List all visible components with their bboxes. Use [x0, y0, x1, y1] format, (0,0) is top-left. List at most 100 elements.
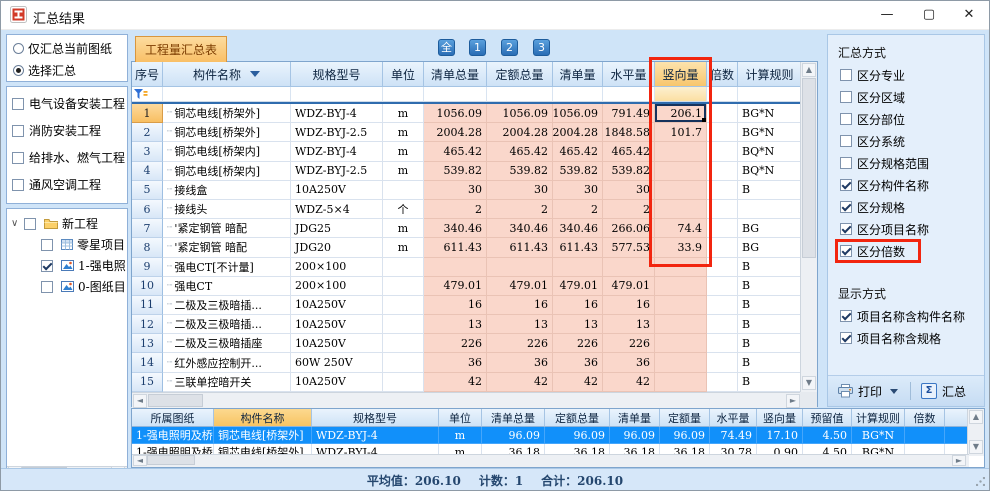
table-cell[interactable]: 1056.09	[553, 104, 603, 124]
table-row[interactable]: 15 ┈ 三联单控暗开关 10A250V 42 42 42 42 B	[132, 372, 802, 392]
table-cell[interactable]	[383, 295, 424, 316]
table-cell[interactable]: 465.42	[487, 142, 553, 162]
radio-option-0[interactable]: 仅汇总当前图纸	[7, 37, 127, 59]
column-header-9[interactable]: 倍数	[707, 62, 738, 87]
table-cell[interactable]	[707, 180, 738, 200]
resize-grip[interactable]	[976, 477, 985, 486]
row-number-cell[interactable]: 5	[132, 180, 163, 200]
checkbox-icon[interactable]	[41, 280, 53, 293]
table-cell[interactable]: WDZ-BYJ-2.5	[291, 123, 383, 143]
row-number-cell[interactable]: 8	[132, 238, 163, 258]
table-cell[interactable]: 101.7	[655, 123, 707, 143]
table-row[interactable]: 3 ┈ 铜芯电线[桥架内] WDZ-BYJ-4 m 465.42 465.42 465.42 4…	[132, 142, 802, 162]
table-cell[interactable]: 539.82	[603, 161, 655, 181]
table-cell[interactable]: 74.4	[655, 219, 707, 239]
table-row[interactable]: 4 ┈ 铜芯电线[桥架内] WDZ-BYJ-2.5 m 539.82 539.82 539.8…	[132, 161, 802, 181]
table-cell[interactable]	[707, 104, 738, 124]
detail-column-header-5[interactable]: 定额总量	[545, 409, 610, 427]
table-cell[interactable]	[655, 142, 707, 162]
table-cell[interactable]	[553, 257, 603, 277]
table-cell[interactable]: BG*N	[738, 104, 802, 124]
table-cell[interactable]: 340.46	[487, 219, 553, 239]
table-cell[interactable]: B	[738, 353, 802, 373]
table-cell[interactable]: ┈ 二极及三极暗插...	[163, 295, 291, 316]
radio-icon[interactable]	[13, 42, 24, 54]
table-cell[interactable]: BQ*N	[738, 142, 802, 162]
table-cell[interactable]: B	[738, 295, 802, 316]
table-cell[interactable]: 13	[553, 315, 603, 335]
table-cell[interactable]: 200×100	[291, 276, 383, 296]
table-cell[interactable]	[383, 353, 424, 373]
filter-cell-9[interactable]	[707, 87, 738, 102]
checkbox-icon[interactable]	[12, 97, 24, 110]
table-cell[interactable]: 1056.09	[424, 104, 487, 124]
column-header-3[interactable]: 单位	[383, 62, 424, 87]
checkbox-icon[interactable]	[840, 69, 852, 81]
table-cell[interactable]: ┈ 铜芯电线[桥架内]	[163, 142, 291, 162]
table-cell[interactable]: WDZ-BYJ-4	[291, 104, 383, 124]
summary-option-0[interactable]: 区分专业	[828, 64, 984, 86]
summary-option-6[interactable]: 区分规格	[828, 196, 984, 218]
summary-option-2[interactable]: 区分部位	[828, 108, 984, 130]
sort-arrow-icon[interactable]	[250, 71, 260, 77]
table-cell[interactable]: B	[738, 372, 802, 392]
display-option-1[interactable]: 项目名称含规格	[828, 327, 984, 349]
scroll-right-icon[interactable]: ►	[952, 455, 966, 466]
detail-horizontal-scrollbar[interactable]: ◄ ►	[132, 454, 969, 467]
table-cell[interactable]: 铜芯电线[桥架外]	[214, 427, 312, 444]
table-cell[interactable]: 16	[603, 295, 655, 316]
table-cell[interactable]	[655, 199, 707, 220]
table-row[interactable]: 8 ┈ '紧定钢管 暗配 JDG20 m 611.43 611.43 611.43 577.53…	[132, 238, 802, 258]
table-cell[interactable]: ┈ 铜芯电线[桥架外]	[163, 123, 291, 143]
table-cell[interactable]: m	[439, 427, 482, 444]
detail-column-header-2[interactable]: 规格型号	[312, 409, 439, 427]
table-cell[interactable]: 4.50	[803, 427, 852, 444]
table-cell[interactable]: BQ*N	[738, 161, 802, 181]
table-cell[interactable]	[383, 315, 424, 335]
table-cell[interactable]: ┈ 铜芯电线[桥架内]	[163, 161, 291, 181]
checkbox-icon[interactable]	[840, 223, 852, 235]
table-cell[interactable]: 2004.28	[553, 123, 603, 143]
detail-column-header-6[interactable]: 清单量	[610, 409, 660, 427]
table-cell[interactable]	[707, 219, 738, 239]
detail-column-header-10[interactable]: 预留值	[803, 409, 852, 427]
table-cell[interactable]	[707, 257, 738, 277]
table-cell[interactable]: 2	[603, 199, 655, 220]
detail-column-header-1[interactable]: 构件名称	[214, 409, 312, 427]
radio-option-1[interactable]: 选择汇总	[7, 59, 127, 81]
scroll-up-icon[interactable]: ▲	[802, 63, 816, 77]
main-vertical-scrollbar[interactable]: ▲ ▼	[800, 62, 817, 392]
detail-column-header-9[interactable]: 竖向量	[757, 409, 803, 427]
table-cell[interactable]: 2004.28	[487, 123, 553, 143]
table-row[interactable]: 11 ┈ 二极及三极暗插... 10A250V 16 16 16 16 B	[132, 295, 802, 316]
column-header-10[interactable]: 计算规则	[738, 62, 802, 87]
table-cell[interactable]: 13	[603, 315, 655, 335]
filter-cell-7[interactable]	[603, 87, 655, 102]
table-cell[interactable]	[383, 372, 424, 392]
table-cell[interactable]	[655, 276, 707, 296]
table-cell[interactable]	[945, 427, 968, 444]
row-number-cell[interactable]: 10	[132, 276, 163, 296]
table-cell[interactable]: 791.49	[603, 104, 655, 124]
summary-option-8[interactable]: 区分倍数	[828, 239, 984, 263]
summary-option-3[interactable]: 区分系统	[828, 130, 984, 152]
tree-item-0[interactable]: 零星项目	[7, 234, 127, 255]
column-header-4[interactable]: 清单总量	[424, 62, 487, 87]
table-cell[interactable]: ┈ 接线盒	[163, 180, 291, 200]
chevron-down-icon[interactable]	[890, 388, 899, 394]
table-cell[interactable]: 74.49	[710, 427, 757, 444]
table-cell[interactable]	[707, 199, 738, 220]
table-cell[interactable]	[655, 353, 707, 373]
table-cell[interactable]: 340.46	[553, 219, 603, 239]
tab-quantity-summary[interactable]: 工程量汇总表	[135, 36, 227, 62]
table-cell[interactable]: 577.53	[603, 238, 655, 258]
table-cell[interactable]: 479.01	[553, 276, 603, 296]
table-cell[interactable]: 36	[424, 353, 487, 373]
table-cell[interactable]: 13	[424, 315, 487, 335]
project-checkbox-1[interactable]: 消防安装工程	[7, 117, 127, 144]
table-row[interactable]: 10 ┈ 强电CT 200×100 479.01 479.01 479.01 479.01 B	[132, 276, 802, 296]
scroll-left-icon[interactable]: ◄	[133, 394, 147, 408]
table-cell[interactable]: 96.09	[610, 427, 660, 444]
table-cell[interactable]: 479.01	[424, 276, 487, 296]
table-cell[interactable]: 611.43	[553, 238, 603, 258]
